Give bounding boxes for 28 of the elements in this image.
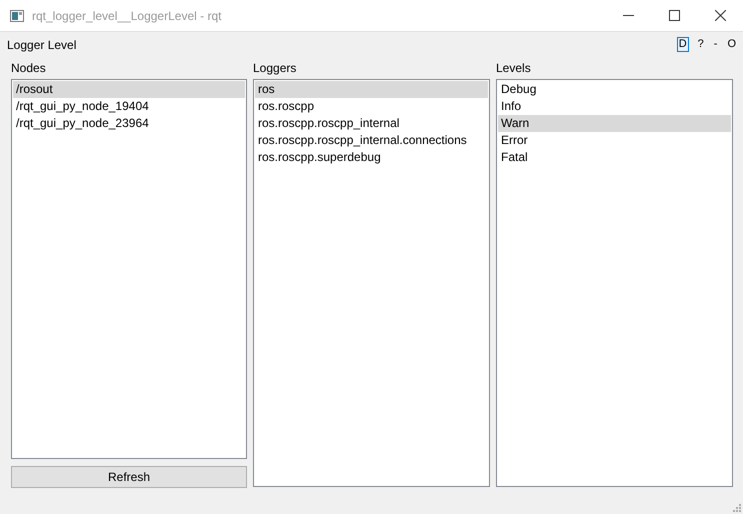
- list-item[interactable]: Error: [498, 132, 731, 149]
- list-item[interactable]: /rosout: [13, 81, 245, 98]
- dock-button[interactable]: -: [712, 38, 718, 51]
- list-item[interactable]: ros: [255, 81, 488, 98]
- list-item[interactable]: ros.roscpp.superdebug: [255, 149, 488, 166]
- resize-grip-icon[interactable]: [733, 504, 741, 512]
- list-item[interactable]: Fatal: [498, 149, 731, 166]
- list-item[interactable]: ros.roscpp: [255, 98, 488, 115]
- dock-title: Logger Level: [7, 38, 76, 52]
- dock-button[interactable]: ?: [696, 38, 705, 51]
- refresh-button[interactable]: Refresh: [11, 466, 247, 488]
- dock-button[interactable]: O: [726, 38, 737, 51]
- list-label: Levels: [496, 60, 532, 77]
- list-item[interactable]: ros.roscpp.roscpp_internal.connections: [255, 132, 488, 149]
- list-item[interactable]: /rqt_gui_py_node_19404: [13, 98, 245, 115]
- dock-button[interactable]: D: [676, 37, 689, 52]
- list-label: Nodes: [11, 60, 47, 77]
- list-label: Loggers: [253, 60, 298, 77]
- window-icon: [10, 10, 24, 22]
- list-item[interactable]: ros.roscpp.roscpp_internal: [255, 115, 488, 132]
- list-item[interactable]: Info: [498, 98, 731, 115]
- window-title: rqt_logger_level__LoggerLevel - rqt: [32, 8, 222, 22]
- close-icon[interactable]: [714, 10, 726, 21]
- list-item[interactable]: /rqt_gui_py_node_23964: [13, 115, 245, 132]
- maximize-icon[interactable]: [668, 10, 680, 21]
- minimize-icon[interactable]: [622, 15, 634, 16]
- list-item[interactable]: Debug: [498, 81, 731, 98]
- list-item[interactable]: Warn: [498, 115, 731, 132]
